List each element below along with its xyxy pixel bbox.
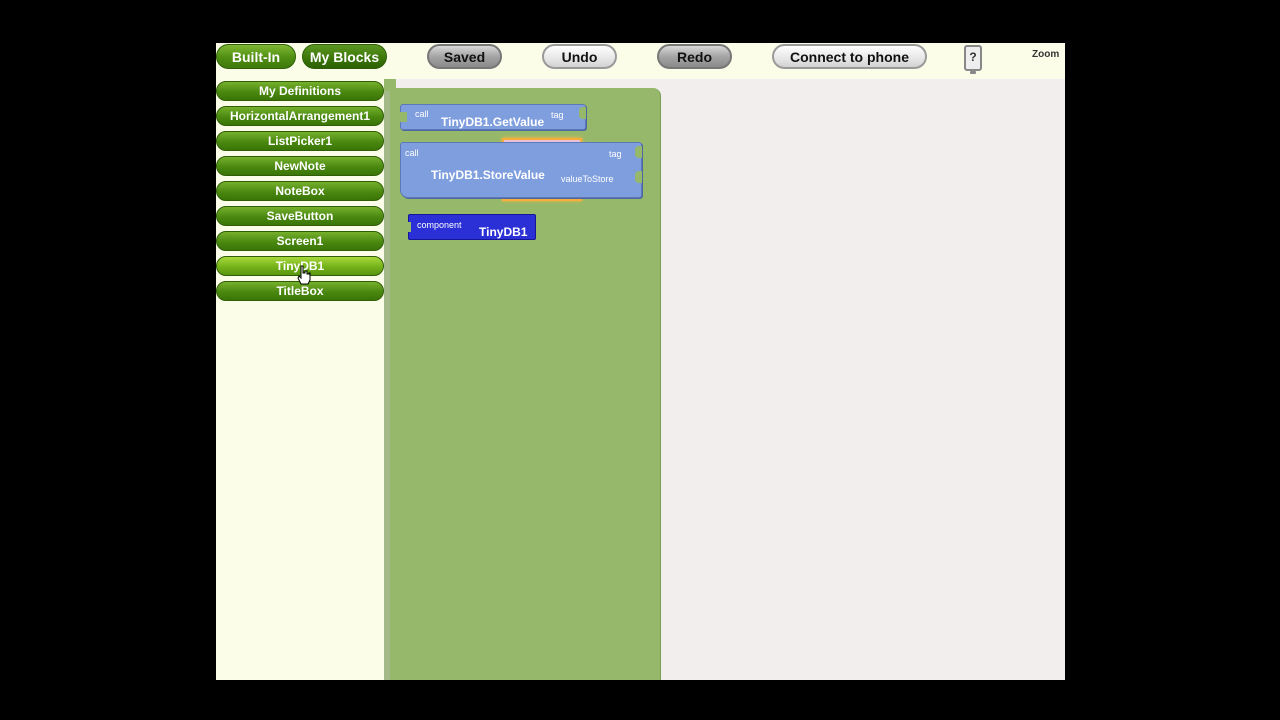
hand-cursor-icon bbox=[297, 265, 311, 285]
drawer-newnote[interactable]: NewNote bbox=[216, 156, 384, 176]
component-block[interactable]: component TinyDB1 bbox=[405, 214, 536, 240]
tag-socket[interactable] bbox=[579, 107, 586, 119]
value-socket[interactable] bbox=[635, 171, 642, 183]
drawer-listpicker1[interactable]: ListPicker1 bbox=[216, 131, 384, 151]
block-keyword: call bbox=[415, 109, 429, 119]
tinydb1-drawer[interactable]: call TinyDB1.GetValue tag call TinyDB1.S… bbox=[390, 88, 661, 680]
block-connector bbox=[399, 112, 407, 122]
drawer-notebox[interactable]: NoteBox bbox=[216, 181, 384, 201]
getvalue-block[interactable]: call TinyDB1.GetValue tag bbox=[399, 104, 586, 130]
drawer-savebutton[interactable]: SaveButton bbox=[216, 206, 384, 226]
block-socket-label: valueToStore bbox=[561, 174, 614, 184]
component-name: TinyDB1 bbox=[479, 225, 528, 239]
zoom-label[interactable]: Zoom bbox=[1032, 49, 1059, 60]
storevalue-block[interactable]: call TinyDB1.StoreValue tag valueToStore bbox=[400, 142, 642, 198]
drawer-my-definitions[interactable]: My Definitions bbox=[216, 81, 384, 101]
tag-socket[interactable] bbox=[635, 146, 642, 158]
block-method-name: TinyDB1.StoreValue bbox=[431, 168, 545, 182]
block-socket-label: tag bbox=[551, 110, 564, 120]
tab-my-blocks[interactable]: My Blocks bbox=[302, 44, 387, 69]
drawer-screen1[interactable]: Screen1 bbox=[216, 231, 384, 251]
drawer-horizontalarrangement1[interactable]: HorizontalArrangement1 bbox=[216, 106, 384, 126]
block-method-name: TinyDB1.GetValue bbox=[441, 115, 545, 129]
block-plug bbox=[405, 222, 411, 232]
undo-button[interactable]: Undo bbox=[542, 44, 617, 69]
block-socket-label: tag bbox=[609, 149, 622, 159]
redo-button[interactable]: Redo bbox=[657, 44, 732, 69]
phone-help-icon[interactable]: ? bbox=[964, 45, 982, 74]
block-keyword: call bbox=[405, 148, 419, 158]
tab-built-in[interactable]: Built-In bbox=[216, 44, 296, 69]
block-keyword: component bbox=[417, 220, 462, 230]
toolbar: Built-In My Blocks Saved Undo Redo Conne… bbox=[216, 43, 1065, 79]
saved-button[interactable]: Saved bbox=[427, 44, 502, 69]
blocks-editor: Built-In My Blocks Saved Undo Redo Conne… bbox=[216, 43, 1065, 680]
connect-to-phone-button[interactable]: Connect to phone bbox=[772, 44, 927, 69]
